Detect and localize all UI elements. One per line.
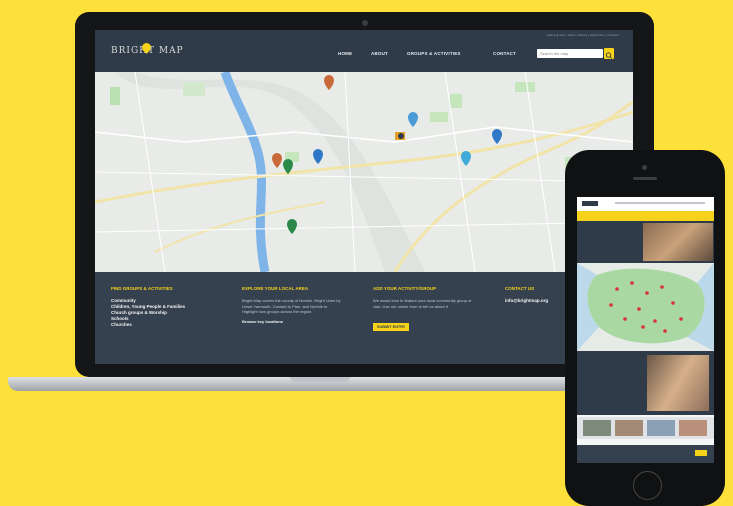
search-placeholder: Search the map [540,51,569,56]
search-input[interactable]: Search the map [537,49,603,58]
thumbnail[interactable] [615,420,643,436]
search-button[interactable] [604,48,614,59]
footer-col-explore: EXPLORE YOUR LOCAL AREA Bright Map cover… [242,286,342,325]
nav-contact[interactable]: CONTACT [493,51,516,56]
footer-link[interactable]: Browse key locations [242,319,342,325]
submit-entry-button[interactable]: SUBMIT ENTRY [373,323,410,331]
phone-screen [577,197,714,463]
footer-col-groups: FIND GROUPS & ACTIVITIES Community Child… [111,286,221,328]
map-marker[interactable] [398,133,404,139]
home-button[interactable] [633,471,662,500]
footer-link[interactable]: Churches [111,322,221,328]
footer-text: Bright Map covers the county of Norfolk.… [242,298,341,314]
camera-icon [362,20,368,26]
phone-section-photo [647,355,709,411]
map[interactable] [95,72,633,272]
thumbnail[interactable] [679,420,707,436]
laptop-screen: Add a group | Add a listing | Advertise … [95,30,633,364]
thumbnail[interactable] [647,420,675,436]
phone-logo[interactable] [582,201,598,206]
nav-home[interactable]: HOME [338,51,352,56]
nav-groups-activities[interactable]: GROUPS & ACTIVITIES [407,51,461,56]
phone-footer-button[interactable] [695,450,707,456]
speaker-icon [633,177,657,180]
search-icon [605,52,613,59]
laptop-notch [290,377,350,382]
phone-nav[interactable] [615,202,705,204]
footer-col-add: ADD YOUR ACTIVITY/GROUP We would love to… [373,286,477,333]
site-header: Add a group | Add a listing | Advertise … [95,30,633,72]
top-links[interactable]: Add a group | Add a listing | Advertise … [547,33,619,37]
camera-icon [642,165,647,170]
thumbnail[interactable] [583,420,611,436]
phone-banner-photo [643,223,713,261]
phone-map[interactable] [577,263,714,351]
site-footer: FIND GROUPS & ACTIVITIES Community Child… [95,272,633,364]
nav-about[interactable]: ABOUT [371,51,388,56]
footer-text: We would love to feature your local comm… [373,298,472,309]
phone-search-bar[interactable] [577,211,714,221]
phone-footer [577,445,714,463]
